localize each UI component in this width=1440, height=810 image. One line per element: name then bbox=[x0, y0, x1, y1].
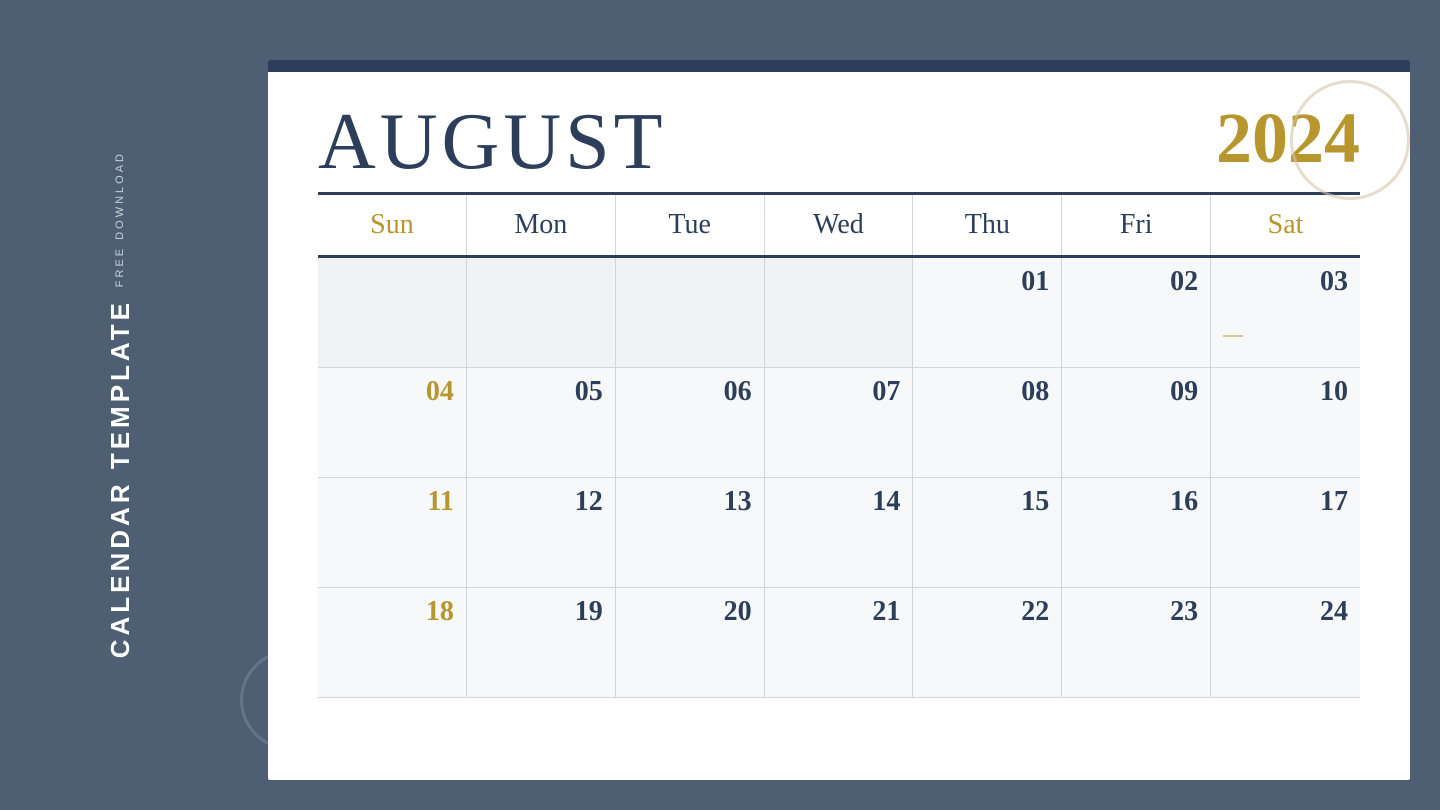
calendar-inner: AUGUST 2024 Sun Mon Tue Wed Thu Fri Sat … bbox=[268, 72, 1410, 718]
table-row: 11 bbox=[318, 478, 467, 588]
day-header-sat: Sat bbox=[1211, 195, 1360, 255]
cell-date: 08 bbox=[925, 376, 1049, 408]
table-row bbox=[318, 258, 467, 368]
table-row: 13 bbox=[616, 478, 765, 588]
table-row: 09 bbox=[1062, 368, 1211, 478]
calendar-template-label: CALENDAR TEMPLATE bbox=[105, 299, 136, 658]
cell-date: 10 bbox=[1223, 376, 1348, 408]
calendar-header: AUGUST 2024 bbox=[318, 92, 1360, 182]
table-row: 08 bbox=[913, 368, 1062, 478]
calendar-grid: 01 02 03 04 05 06 07 08 bbox=[318, 258, 1360, 698]
table-row: 22 bbox=[913, 588, 1062, 698]
cell-date: 19 bbox=[479, 596, 603, 628]
day-headers: Sun Mon Tue Wed Thu Fri Sat bbox=[318, 195, 1360, 258]
cell-date: 14 bbox=[777, 486, 901, 518]
free-download-label: FREE DOWNLOAD bbox=[114, 151, 126, 287]
table-row: 07 bbox=[765, 368, 914, 478]
table-row: 04 bbox=[318, 368, 467, 478]
cell-date: 11 bbox=[330, 486, 454, 518]
table-row: 15 bbox=[913, 478, 1062, 588]
calendar-panel: AUGUST 2024 Sun Mon Tue Wed Thu Fri Sat … bbox=[268, 60, 1410, 780]
cell-date: 24 bbox=[1223, 596, 1348, 628]
table-row: 18 bbox=[318, 588, 467, 698]
table-row: 12 bbox=[467, 478, 616, 588]
cell-date: 03 bbox=[1223, 266, 1348, 298]
table-row bbox=[467, 258, 616, 368]
cell-date: 04 bbox=[330, 376, 454, 408]
day-header-mon: Mon bbox=[467, 195, 616, 255]
day-header-sun: Sun bbox=[318, 195, 467, 255]
table-row: 06 bbox=[616, 368, 765, 478]
cell-date: 01 bbox=[925, 266, 1049, 298]
day-header-fri: Fri bbox=[1062, 195, 1211, 255]
cell-date: 05 bbox=[479, 376, 603, 408]
table-row: 03 bbox=[1211, 258, 1360, 368]
table-row: 19 bbox=[467, 588, 616, 698]
table-row: 01 bbox=[913, 258, 1062, 368]
cell-date: 13 bbox=[628, 486, 752, 518]
table-row: 16 bbox=[1062, 478, 1211, 588]
table-row: 02 bbox=[1062, 258, 1211, 368]
cal-deco-circle bbox=[1290, 80, 1410, 200]
table-row: 10 bbox=[1211, 368, 1360, 478]
table-row bbox=[765, 258, 914, 368]
cell-date: 15 bbox=[925, 486, 1049, 518]
top-strip bbox=[268, 60, 1410, 72]
cell-date: 22 bbox=[925, 596, 1049, 628]
table-row bbox=[616, 258, 765, 368]
cell-date: 06 bbox=[628, 376, 752, 408]
cell-date: 20 bbox=[628, 596, 752, 628]
table-row: 23 bbox=[1062, 588, 1211, 698]
cell-date: 09 bbox=[1074, 376, 1198, 408]
day-header-tue: Tue bbox=[616, 195, 765, 255]
table-row: 21 bbox=[765, 588, 914, 698]
table-row: 24 bbox=[1211, 588, 1360, 698]
cell-date: 12 bbox=[479, 486, 603, 518]
day-header-wed: Wed bbox=[765, 195, 914, 255]
cell-date: 23 bbox=[1074, 596, 1198, 628]
table-row: 20 bbox=[616, 588, 765, 698]
cell-dash bbox=[1223, 335, 1243, 337]
table-row: 17 bbox=[1211, 478, 1360, 588]
month-title: AUGUST bbox=[318, 102, 666, 182]
sidebar: FREE DOWNLOAD CALENDAR TEMPLATE bbox=[0, 0, 240, 810]
day-header-thu: Thu bbox=[913, 195, 1062, 255]
table-row: 05 bbox=[467, 368, 616, 478]
cell-date: 02 bbox=[1074, 266, 1198, 298]
cell-date: 21 bbox=[777, 596, 901, 628]
cell-date: 07 bbox=[777, 376, 901, 408]
cell-date: 17 bbox=[1223, 486, 1348, 518]
table-row: 14 bbox=[765, 478, 914, 588]
cell-date: 16 bbox=[1074, 486, 1198, 518]
cell-date: 18 bbox=[330, 596, 454, 628]
